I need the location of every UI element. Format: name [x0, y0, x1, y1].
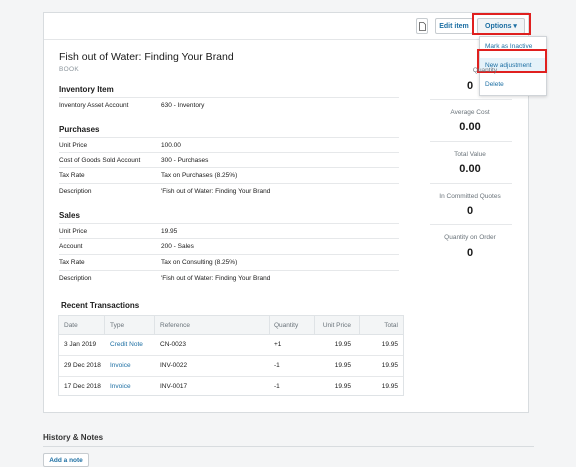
cell-unit-price: 19.95 — [334, 362, 351, 369]
toolbar: Edit item Options ▾ — [44, 13, 528, 40]
table-body: 3 Jan 2019 Credit Note CN-0023 +1 19.95 … — [59, 334, 403, 395]
detail-row: Tax Rate Tax on Consulting (8.25%) — [59, 254, 399, 269]
divider — [104, 316, 105, 334]
row-value: 'Fish out of Water: Finding Your Brand — [161, 187, 271, 195]
print-button[interactable] — [416, 18, 428, 34]
divider — [359, 316, 360, 334]
cell-date: 29 Dec 2018 — [64, 362, 101, 369]
stat-total-value-label: Total Value — [454, 151, 486, 158]
row-value: 200 - Sales — [161, 242, 194, 250]
divider — [154, 316, 155, 334]
cell-quantity: -1 — [274, 362, 280, 369]
divider — [430, 141, 512, 142]
sales-heading: Sales — [59, 211, 80, 220]
stat-quantity-on-order-label: Quantity on Order — [444, 234, 496, 241]
edit-item-button[interactable]: Edit item — [435, 18, 473, 34]
detail-row: Account 200 - Sales — [59, 238, 399, 253]
inventory-heading: Inventory Item — [59, 85, 114, 94]
detail-row: Description 'Fish out of Water: Finding … — [59, 270, 399, 285]
add-note-button[interactable]: Add a note — [43, 453, 89, 467]
transactions-table: Date Type Reference Quantity Unit Price … — [58, 315, 404, 396]
detail-row: Cost of Goods Sold Account 300 - Purchas… — [59, 152, 399, 167]
purchases-heading: Purchases — [59, 125, 100, 134]
stat-total-value-value: 0.00 — [459, 163, 481, 175]
stat-quantity-value: 0 — [466, 80, 474, 92]
cell-type-link[interactable]: Invoice — [110, 355, 131, 376]
table-header: Date Type Reference Quantity Unit Price … — [59, 316, 403, 335]
cell-reference: CN-0023 — [160, 341, 187, 348]
detail-row: Unit Price 19.95 — [59, 223, 399, 238]
row-label: Inventory Asset Account — [59, 101, 129, 109]
row-label: Account — [59, 242, 83, 250]
detail-row: Description 'Fish out of Water: Finding … — [59, 183, 399, 198]
divider — [43, 446, 534, 447]
cell-reference: INV-0022 — [160, 362, 188, 369]
row-label: Description — [59, 187, 92, 195]
row-value: Tax on Purchases (8.25%) — [161, 171, 238, 179]
document-icon — [418, 21, 426, 31]
row-value: 300 - Purchases — [161, 156, 209, 164]
divider — [314, 316, 315, 334]
item-title: Fish out of Water: Finding Your Brand — [59, 51, 234, 63]
row-value: 19.95 — [161, 227, 178, 235]
cell-reference: INV-0017 — [160, 382, 188, 390]
stat-average-cost-label: Average Cost — [450, 109, 490, 116]
col-unit-price[interactable]: Unit Price — [323, 316, 351, 334]
row-label: Unit Price — [59, 227, 88, 235]
table-row[interactable]: 29 Dec 2018 Invoice INV-0022 -1 19.95 19… — [59, 355, 403, 377]
cell-date: 17 Dec 2018 — [64, 382, 101, 390]
row-label: Cost of Goods Sold Account — [59, 156, 141, 164]
col-reference[interactable]: Reference — [160, 316, 190, 334]
table-row[interactable]: 17 Dec 2018 Invoice INV-0017 -1 19.95 19… — [59, 376, 403, 396]
detail-row: Unit Price 100.00 — [59, 137, 399, 152]
col-type[interactable]: Type — [110, 316, 124, 334]
divider — [430, 224, 512, 225]
divider — [430, 183, 512, 184]
table-row[interactable]: 3 Jan 2019 Credit Note CN-0023 +1 19.95 … — [59, 334, 403, 356]
col-total[interactable]: Total — [384, 316, 398, 334]
row-label: Tax Rate — [59, 258, 85, 266]
row-value: 'Fish out of Water: Finding Your Brand — [161, 274, 271, 282]
cell-total: 19.95 — [381, 362, 398, 369]
stat-quantity-label: Quantity — [472, 67, 498, 74]
cell-date: 3 Jan 2019 — [64, 341, 97, 348]
history-heading: History & Notes — [43, 433, 104, 442]
row-value: 100.00 — [161, 141, 181, 149]
cell-quantity: -1 — [274, 382, 280, 390]
divider — [269, 316, 270, 334]
row-value: 630 - Inventory — [161, 101, 205, 109]
cell-quantity: +1 — [274, 341, 282, 348]
stat-committed-quotes-label: In Committed Quotes — [439, 193, 501, 200]
item-type: BOOK — [59, 66, 79, 73]
detail-row: Tax Rate Tax on Purchases (8.25%) — [59, 167, 399, 182]
cell-total: 19.95 — [381, 341, 398, 348]
cell-unit-price: 19.95 — [334, 382, 351, 390]
row-label: Description — [59, 274, 92, 282]
stat-average-cost-value: 0.00 — [459, 121, 481, 133]
recent-transactions-heading: Recent Transactions — [61, 301, 140, 310]
row-value: Tax on Consulting (8.25%) — [161, 258, 238, 266]
stat-quantity-on-order-value: 0 — [466, 247, 474, 259]
col-quantity[interactable]: Quantity — [274, 316, 298, 334]
col-date[interactable]: Date — [64, 316, 78, 334]
options-highlight — [472, 13, 531, 35]
cell-unit-price: 19.95 — [334, 341, 351, 348]
row-label: Tax Rate — [59, 171, 85, 179]
detail-row: Inventory Asset Account 630 - Inventory — [59, 97, 399, 112]
divider — [430, 99, 512, 100]
row-label: Unit Price — [59, 141, 88, 149]
cell-type-link[interactable]: Credit Note — [110, 334, 143, 355]
cell-total: 19.95 — [381, 382, 398, 390]
cell-type-link[interactable]: Invoice — [110, 376, 131, 396]
stat-committed-quotes-value: 0 — [466, 205, 474, 217]
